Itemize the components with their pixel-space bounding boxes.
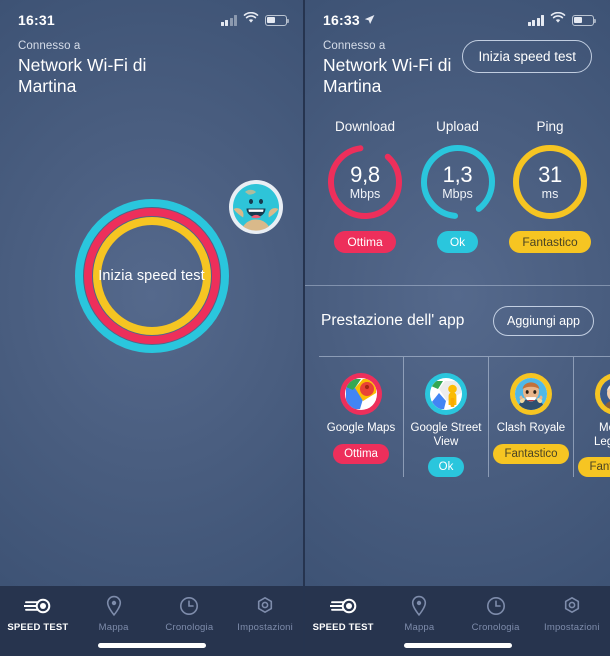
tab-label: Cronologia: [471, 622, 520, 633]
gear-icon: [255, 595, 275, 617]
app-cell-mobile-legends[interactable]: Mobile Legends Fantastico: [574, 357, 610, 477]
app-cell-clash-royale[interactable]: Clash Royale Fantastico: [489, 357, 574, 477]
map-pin-icon: [105, 595, 123, 617]
tri-ring-graphic: [74, 199, 229, 353]
cellular-signal-icon: [527, 14, 544, 26]
wifi-icon: [550, 11, 566, 29]
app-name: Mobile Legends: [593, 422, 610, 448]
clock-icon: [486, 595, 506, 617]
tab-label: Mappa: [98, 622, 129, 633]
tab-speed-test[interactable]: SPEED TEST: [0, 595, 76, 656]
home-indicator[interactable]: [403, 643, 512, 648]
screenshot-pair: 16:31 Connesso a Network Wi-Fi di Martin…: [0, 0, 610, 656]
start-speed-test-ring-button[interactable]: Inizia speed test: [72, 196, 232, 356]
clash-royale-icon: [510, 373, 552, 415]
ping-gauge: 31 ms: [511, 143, 589, 221]
start-test-ring-wrap: Inizia speed test: [0, 196, 303, 356]
connected-label: Connesso a: [18, 40, 81, 52]
apps-section-header: Prestazione dell' app Aggiungi app: [305, 286, 610, 336]
tab-bar-left: SPEED TEST Mappa Cronologia Impostazioni: [0, 586, 303, 656]
status-icons-left: [220, 11, 290, 29]
connection-info-left: Connesso a Network Wi-Fi di Martina: [18, 40, 168, 97]
app-name: Google Street View: [410, 422, 482, 448]
clock-icon: [179, 595, 199, 617]
battery-icon: [572, 14, 597, 26]
add-app-button[interactable]: Aggiungi app: [493, 306, 594, 336]
connection-info-right: Connesso a Network Wi-Fi di Martina: [323, 40, 462, 97]
google-street-view-icon: [425, 373, 467, 415]
clock-time: 16:31: [18, 12, 55, 28]
status-clock-left: 16:31: [18, 12, 55, 28]
speedometer-icon: [24, 595, 51, 617]
speedometer-icon: [329, 595, 357, 617]
app-name: Clash Royale: [496, 422, 566, 434]
map-pin-icon: [410, 595, 428, 617]
tab-label: Impostazioni: [544, 622, 600, 633]
tab-impostazioni[interactable]: Impostazioni: [227, 595, 303, 656]
status-icons-right: [527, 11, 597, 29]
clock-time: 16:33: [323, 12, 360, 28]
status-badge: Ottima: [334, 231, 396, 253]
app-status-badge: Ok: [427, 457, 465, 477]
app-status-badge: Fantastico: [493, 443, 569, 464]
phone-screen-right: 16:33 Connesso a Network Wi-Fi di Martin…: [305, 0, 610, 656]
tab-label: Impostazioni: [237, 622, 293, 633]
gear-icon: [562, 595, 582, 617]
network-name: Network Wi-Fi di Martina: [323, 55, 452, 96]
google-maps-icon: [340, 373, 382, 415]
status-bar-left: 16:31: [0, 0, 303, 34]
upload-gauge: 1,3 Mbps: [419, 143, 497, 221]
metric-title: Download: [334, 119, 396, 134]
metric-title: Ping: [536, 119, 564, 134]
status-clock-right: 16:33: [323, 12, 375, 28]
app-name: Google Maps: [326, 422, 396, 434]
connected-label: Connesso a: [323, 40, 386, 52]
apps-grid: Google Maps Ottima Google Street View Ok…: [319, 356, 610, 477]
app-status-badge: Ottima: [333, 443, 389, 464]
tab-speed-test[interactable]: SPEED TEST: [305, 595, 381, 656]
wifi-icon: [243, 11, 259, 29]
tab-label: Mappa: [404, 622, 435, 633]
metric-upload: Upload 1,3 Mbps Ok: [412, 119, 504, 253]
status-badge: Fantastico: [509, 231, 591, 253]
tab-label: SPEED TEST: [312, 622, 374, 633]
battery-icon: [265, 14, 290, 26]
metric-ping: Ping 31 ms Fantastico: [504, 119, 596, 253]
phone-screen-left: 16:31 Connesso a Network Wi-Fi di Martin…: [0, 0, 305, 656]
network-name: Network Wi-Fi di Martina: [18, 55, 147, 96]
metric-download: Download 9,8 Mbps Ottima: [319, 119, 411, 253]
gauge-arc: [328, 145, 402, 219]
app-status-badge: Fantastico: [578, 457, 610, 477]
status-badge: Ok: [436, 231, 479, 253]
metric-title: Upload: [436, 119, 479, 134]
header-left: Connesso a Network Wi-Fi di Martina: [0, 34, 303, 97]
header-right: Connesso a Network Wi-Fi di Martina Iniz…: [305, 34, 610, 97]
cellular-signal-icon: [220, 14, 237, 26]
download-gauge: 9,8 Mbps: [326, 143, 404, 221]
app-cell-google-street-view[interactable]: Google Street View Ok: [404, 357, 489, 477]
app-cell-google-maps[interactable]: Google Maps Ottima: [319, 357, 404, 477]
gauge-arc: [420, 145, 495, 219]
home-indicator[interactable]: [97, 643, 206, 648]
tab-label: SPEED TEST: [7, 622, 69, 633]
location-arrow-icon: [364, 12, 375, 28]
apps-section-title: Prestazione dell' app: [321, 312, 465, 329]
tab-impostazioni[interactable]: Impostazioni: [534, 595, 610, 656]
tab-label: Cronologia: [165, 622, 214, 633]
status-bar-right: 16:33: [305, 0, 610, 34]
start-speed-test-button[interactable]: Inizia speed test: [462, 40, 592, 73]
mobile-legends-icon: [595, 373, 610, 415]
tab-bar-right: SPEED TEST Mappa Cronologia Impostazioni: [305, 586, 610, 656]
gauge-arc: [513, 145, 587, 219]
metrics-row: Download 9,8 Mbps Ottima Upload 1,3 Mbps…: [305, 97, 610, 253]
